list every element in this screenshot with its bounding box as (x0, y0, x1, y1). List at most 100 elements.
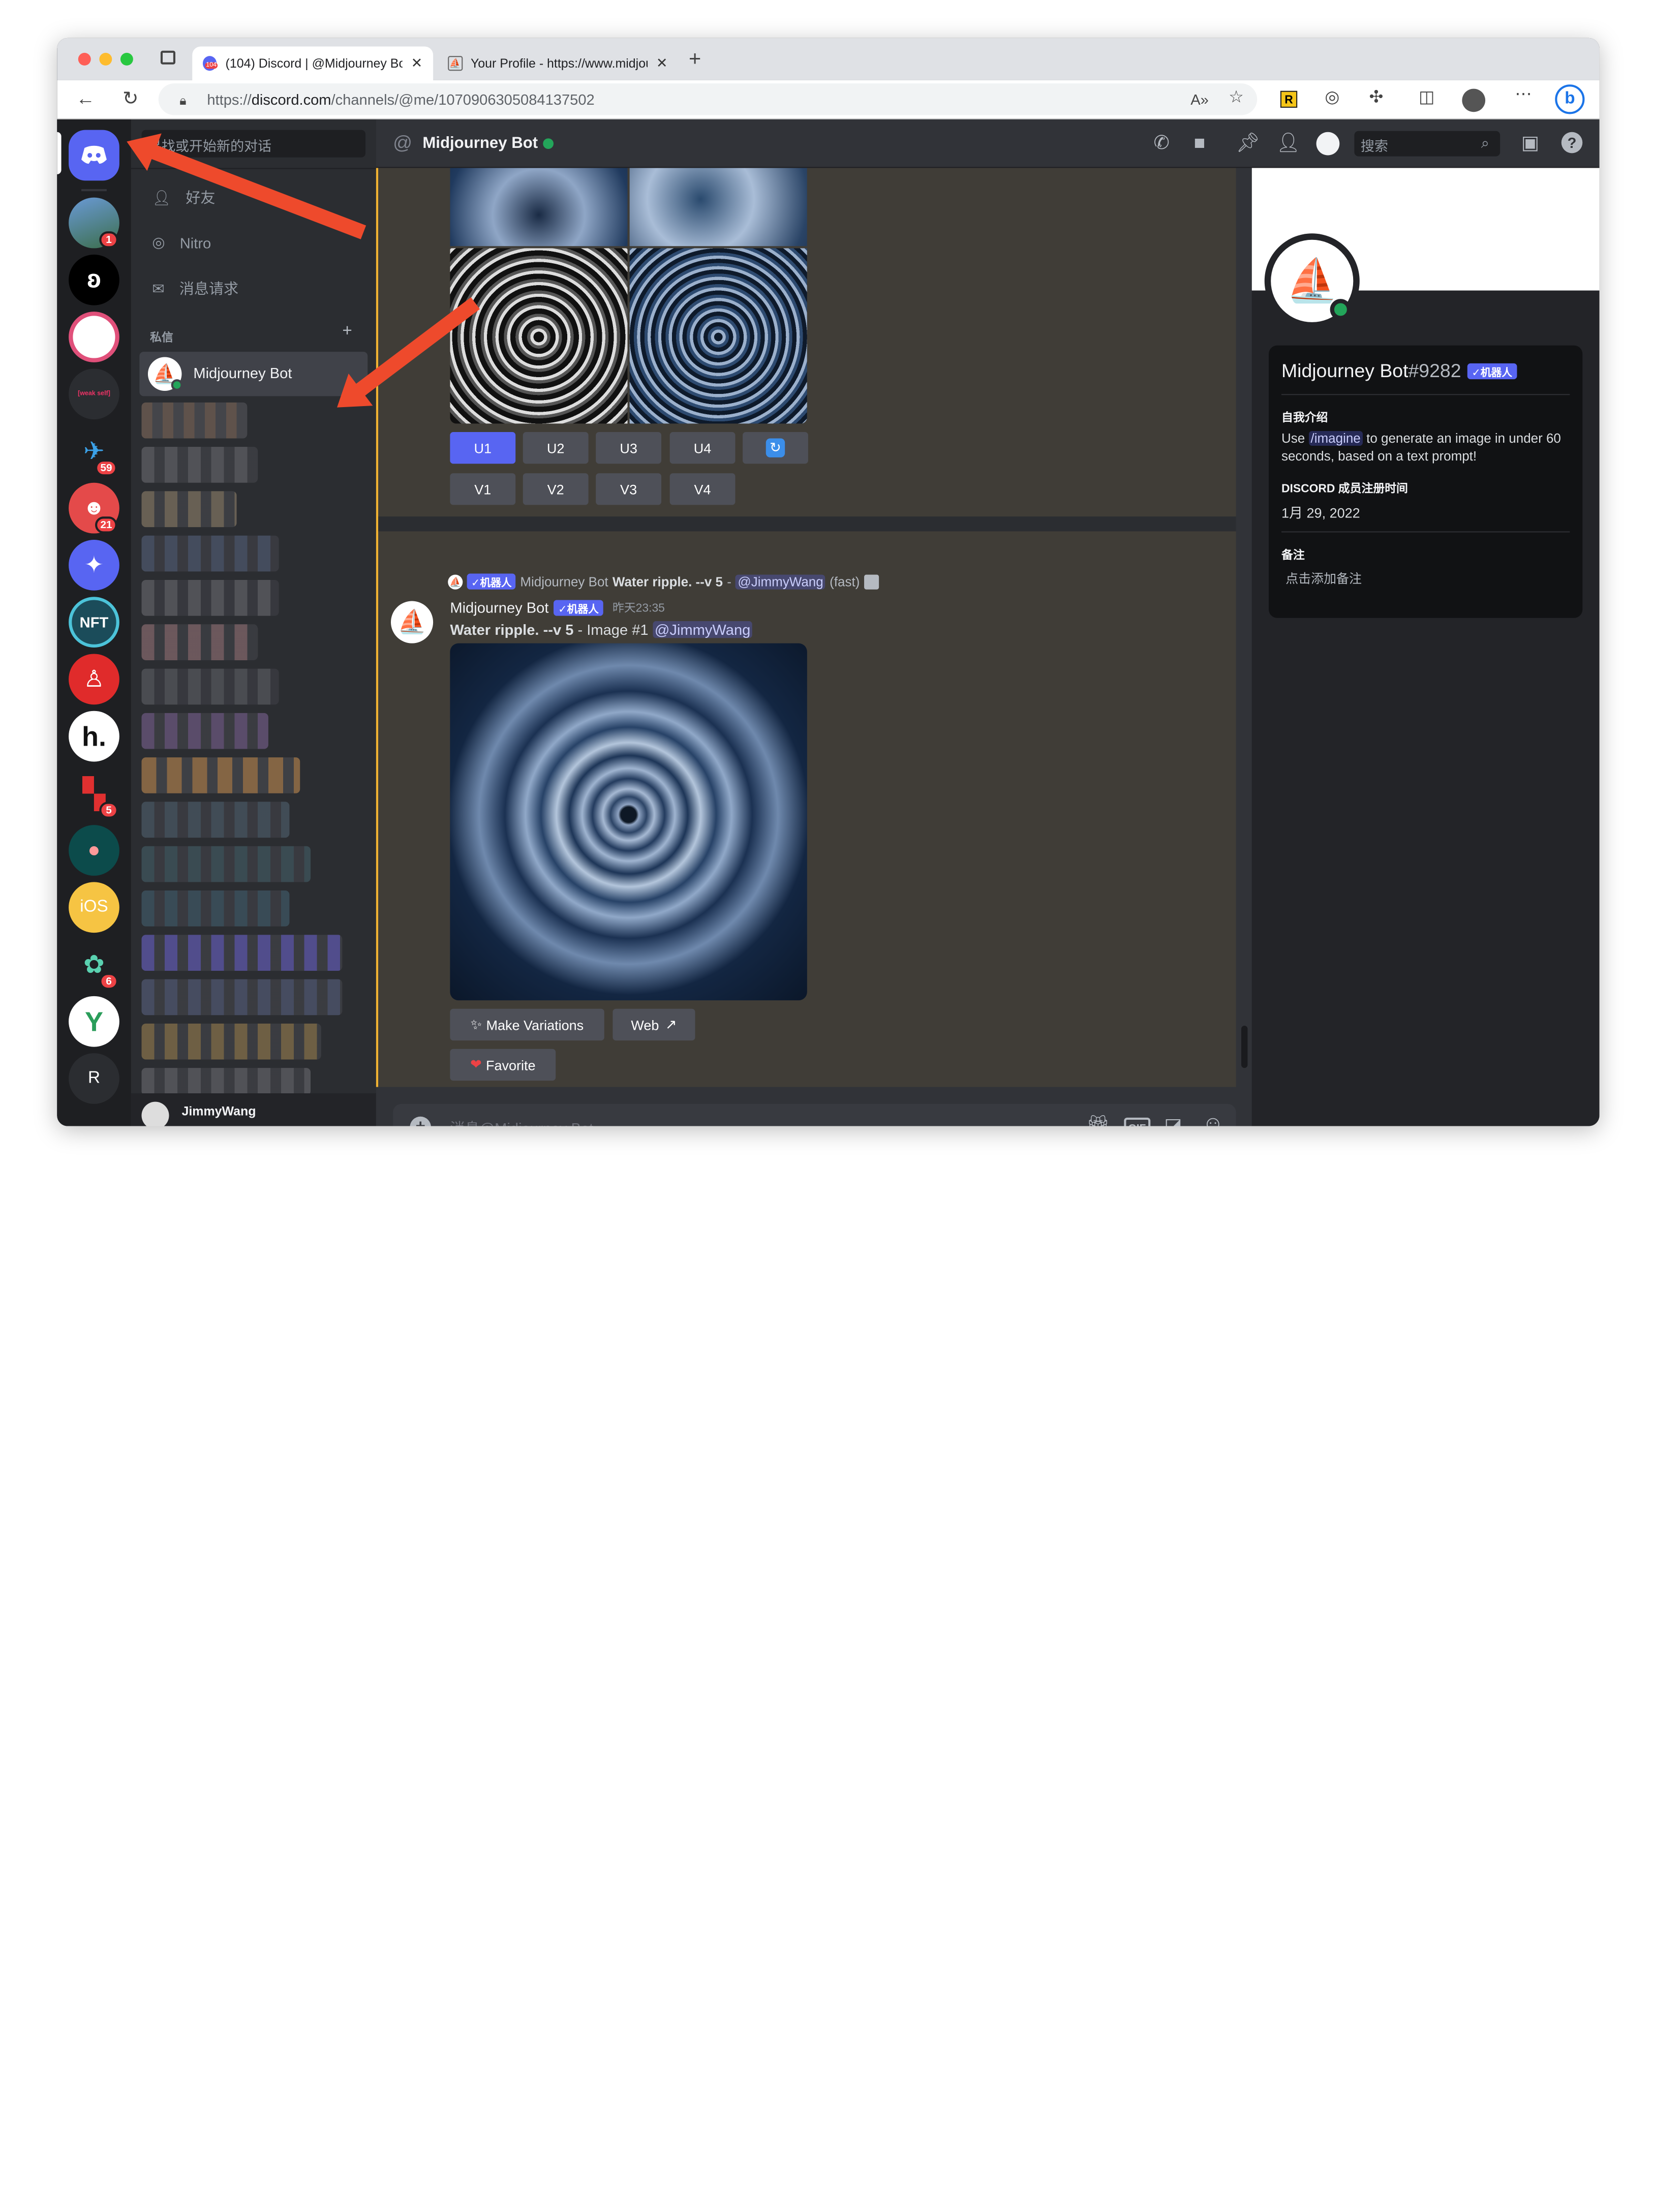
server-7[interactable]: ✦ (69, 540, 119, 591)
server-weak-self[interactable]: [weak self] (69, 368, 119, 420)
server-12[interactable]: ● (69, 825, 119, 876)
dm-item-blurred[interactable] (141, 1068, 311, 1096)
maximize-window-button[interactable] (120, 52, 133, 66)
server-3[interactable] (69, 312, 119, 362)
favorite-button[interactable]: ❤ Favorite (450, 1049, 556, 1081)
bing-copilot-icon[interactable]: b (1555, 84, 1585, 114)
upscale-button-4[interactable]: U4 (669, 432, 736, 464)
gift-icon[interactable]: 🎁︎ (1086, 1116, 1110, 1126)
tab-profile[interactable]: ⛵ Your Profile - https://www.midjourney.… (437, 46, 678, 80)
dm-item-blurred[interactable] (141, 491, 237, 528)
inbox-icon[interactable]: ▣ (1521, 133, 1539, 152)
dm-item-blurred[interactable] (141, 1023, 321, 1060)
extension-r-icon[interactable]: R (1280, 90, 1298, 108)
dm-item-blurred[interactable] (141, 535, 279, 572)
new-tab-button[interactable]: + (689, 49, 701, 70)
variation-button-4[interactable]: V4 (669, 473, 736, 505)
add-friends-icon[interactable]: 👤︎ (1276, 133, 1301, 152)
message-input[interactable]: + 消息@Midjourney Bot 🎁︎ GIF ◪ ☺ (393, 1103, 1236, 1126)
server-2[interactable]: ʚ (69, 254, 119, 305)
more-menu-icon[interactable]: ⋯ (1515, 86, 1532, 103)
mention[interactable]: @JimmyWang (736, 574, 825, 589)
note-input[interactable]: 点击添加备注 (1285, 569, 1362, 587)
close-tab-icon[interactable]: ✕ (411, 55, 423, 72)
server-15[interactable]: Y (69, 996, 119, 1047)
split-screen-icon[interactable]: ◫ (1419, 89, 1434, 107)
bot-tag: ✓机器人 (467, 573, 516, 590)
sidebar-toggle-icon[interactable] (160, 50, 175, 65)
server-ios[interactable]: iOS (69, 882, 119, 933)
dm-item-blurred[interactable] (141, 624, 258, 660)
upscale-button-3[interactable]: U3 (596, 432, 662, 464)
user-profile-toggle-icon[interactable] (1316, 132, 1340, 156)
reload-icon[interactable]: ↻ (123, 89, 138, 108)
online-status-dot (543, 138, 554, 149)
dm-item-blurred[interactable] (141, 579, 279, 616)
nav-nitro[interactable]: ◎ Nitro (152, 233, 211, 251)
url-field[interactable]: 🔒︎ https://discord.com/channels/@me/1070… (158, 83, 1258, 115)
sticker-icon[interactable]: ◪ (1164, 1116, 1182, 1126)
dm-item-blurred[interactable] (141, 935, 343, 971)
pinned-messages-icon[interactable]: 📌︎ (1236, 133, 1261, 152)
chat-search-input[interactable]: 搜索 (1354, 131, 1501, 157)
server-list: 1 ʚ [weak self] ✈ 59 ☻ 21 ✦ NFT ♙ h. ▚ 5… (57, 119, 131, 1126)
dm-item-blurred[interactable] (141, 890, 290, 927)
voice-call-icon[interactable]: ✆ (1154, 133, 1170, 152)
close-tab-icon[interactable]: ✕ (656, 55, 668, 72)
nav-friends[interactable]: 👤︎ 好友 (152, 187, 215, 208)
attach-plus-icon[interactable]: + (410, 1116, 431, 1126)
dm-item-blurred[interactable] (141, 447, 258, 483)
server-h[interactable]: h. (69, 711, 119, 762)
dm-item-blurred[interactable] (141, 802, 290, 838)
upscale-button-1[interactable]: U1 (450, 432, 516, 464)
dm-item-blurred[interactable] (141, 713, 268, 749)
author-name[interactable]: Midjourney Bot (450, 599, 548, 616)
image-grid[interactable] (450, 168, 807, 424)
dm-item-blurred[interactable] (141, 402, 248, 439)
help-icon[interactable]: ? (1561, 132, 1583, 153)
server-divider (81, 189, 107, 192)
gif-icon[interactable]: GIF (1124, 1117, 1150, 1126)
online-status-dot (171, 379, 183, 391)
image-icon (864, 574, 879, 589)
user-avatar[interactable] (141, 1101, 169, 1126)
browser-avatar[interactable] (1462, 88, 1486, 112)
mention[interactable]: @JimmyWang (652, 621, 753, 638)
reply-reference[interactable]: ⛵ ✓机器人 Midjourney Bot Water ripple. --v … (448, 573, 879, 590)
discord-home-button[interactable] (69, 130, 119, 181)
dm-item-blurred[interactable] (141, 979, 343, 1016)
scrollbar-thumb[interactable] (1241, 1026, 1248, 1068)
minimize-window-button[interactable] (99, 52, 112, 66)
variation-button-2[interactable]: V2 (523, 473, 589, 505)
favorite-star-icon[interactable]: ☆ (1229, 89, 1244, 107)
read-aloud-icon[interactable]: A» (1190, 91, 1209, 108)
add-dm-button[interactable]: + (342, 322, 352, 341)
variation-button-3[interactable]: V3 (596, 473, 662, 505)
user-profile-panel: ⛵ Midjourney Bot#9282 ✓机器人 自我介绍 Use /ima… (1251, 168, 1600, 1126)
channel-title: Midjourney Bot (422, 134, 538, 152)
variation-button-1[interactable]: V1 (450, 473, 516, 505)
upscale-button-2[interactable]: U2 (523, 432, 589, 464)
nav-message-requests[interactable]: ✉ 消息请求 (152, 278, 238, 299)
imagine-command[interactable]: /imagine (1308, 431, 1363, 446)
close-window-button[interactable] (78, 52, 91, 66)
server-r[interactable]: R (69, 1053, 119, 1104)
tab-discord[interactable]: 104 (104) Discord | @Midjourney Bot ✕ (192, 46, 434, 80)
dm-item-blurred[interactable] (141, 846, 311, 882)
emoji-icon[interactable]: ☺ (1202, 1114, 1223, 1126)
dm-sidebar: 寻找或开始新的对话 👤︎ 好友 ◎ Nitro ✉ 消息请求 私信 + ⛵ Midjo… (131, 119, 376, 1126)
server-9[interactable]: ♙ (69, 654, 119, 705)
back-icon[interactable]: ← (76, 89, 95, 108)
dm-item-blurred[interactable] (141, 668, 279, 705)
reroll-button[interactable]: ↻ (743, 432, 808, 464)
server-nft[interactable]: NFT (69, 597, 119, 648)
dm-item-blurred[interactable] (141, 757, 300, 793)
extensions-puzzle-icon[interactable]: ✣ (1369, 89, 1383, 107)
web-link-button[interactable]: Web ↗ (613, 1008, 695, 1041)
make-variations-button[interactable]: ✨︎ Make Variations (450, 1008, 604, 1041)
extension-globe-icon[interactable]: ◎ (1325, 89, 1339, 107)
dm-section-label: 私信 (150, 331, 173, 345)
upscaled-image[interactable] (450, 643, 807, 1001)
video-call-icon[interactable]: ■ (1193, 133, 1205, 152)
message-avatar[interactable]: ⛵ (390, 601, 434, 643)
